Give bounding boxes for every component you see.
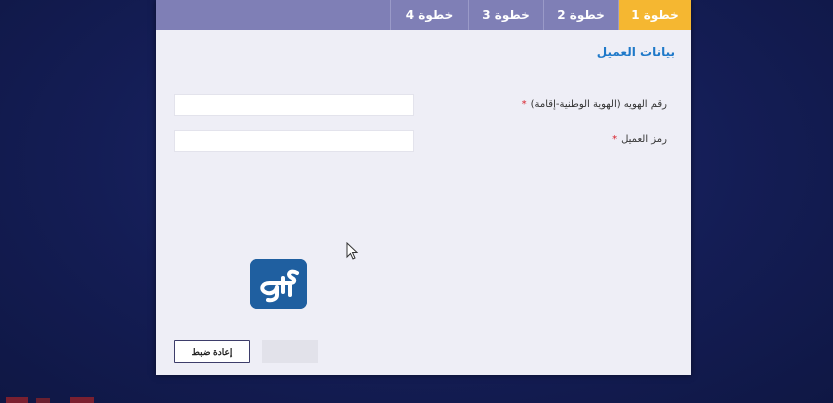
reset-button[interactable]: إعادة ضبط xyxy=(174,340,250,363)
code-label-row: رمز العميل* xyxy=(612,134,667,145)
tab-step-1[interactable]: خطوة 1 xyxy=(618,0,691,30)
step-tabs: خطوة 1 خطوة 2 خطوة 3 خطوة 4 xyxy=(156,0,691,30)
code-required-mark: * xyxy=(612,134,618,145)
form-panel: خطوة 1 خطوة 2 خطوة 3 خطوة 4 بيانات العمي… xyxy=(156,0,691,375)
tab-step-3[interactable]: خطوة 3 xyxy=(468,0,543,30)
id-label-row: رقم الهويه (الهوية الوطنية-إقامة)* xyxy=(522,99,667,110)
tab-step-2[interactable]: خطوة 2 xyxy=(543,0,618,30)
tab-step-4[interactable]: خطوة 4 xyxy=(390,0,468,30)
customer-code-input[interactable] xyxy=(174,130,414,152)
submit-button[interactable] xyxy=(262,340,318,363)
section-title: بيانات العميل xyxy=(596,45,675,59)
id-label: رقم الهويه (الهوية الوطنية-إقامة) xyxy=(530,99,667,110)
id-number-input[interactable] xyxy=(174,94,414,116)
almrj3-logo xyxy=(250,259,307,309)
step-bar-filler xyxy=(156,0,390,30)
id-required-mark: * xyxy=(521,99,527,110)
mouse-cursor-icon xyxy=(346,242,359,260)
code-label: رمز العميل xyxy=(621,134,667,145)
red-watermark-fragment xyxy=(6,397,94,403)
